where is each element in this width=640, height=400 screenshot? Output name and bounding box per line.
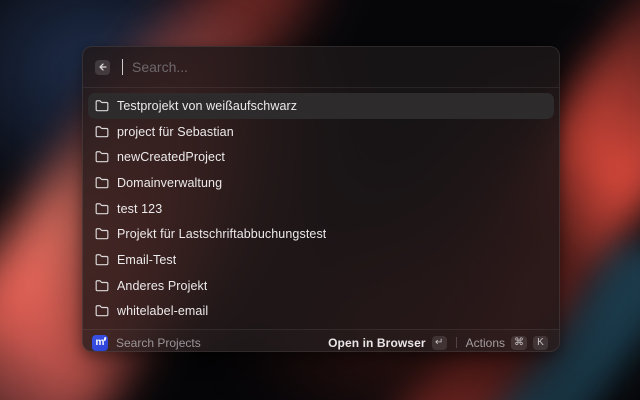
folder-icon: [95, 279, 109, 293]
screen: Testprojekt von weißaufschwarz project f…: [0, 0, 640, 400]
list-item-label: test 123: [117, 202, 162, 216]
actions-label: Actions: [466, 336, 505, 350]
footer-separator: [456, 337, 457, 348]
open-in-browser-label: Open in Browser: [328, 336, 426, 350]
list-item-label: newCreatedProject: [117, 150, 225, 164]
list-item-label: Testprojekt von weißaufschwarz: [117, 99, 297, 113]
footer-actions: Open in Browser ↵ Actions ⌘ K: [326, 334, 550, 352]
command-name-label: Search Projects: [116, 336, 201, 350]
mittwald-logo-icon: m: [92, 335, 108, 351]
palette-footer: m Search Projects Open in Browser ↵ Acti…: [83, 329, 559, 352]
back-button[interactable]: [95, 60, 110, 75]
list-item[interactable]: Anderes Projekt: [88, 273, 554, 299]
enter-key-icon: ↵: [432, 336, 447, 350]
search-input[interactable]: [132, 59, 547, 75]
list-item[interactable]: newCreatedProject: [88, 144, 554, 170]
list-item-label: Projekt für Lastschriftabbuchungstest: [117, 227, 326, 241]
list-item[interactable]: test 123: [88, 196, 554, 222]
folder-icon: [95, 202, 109, 216]
list-item-label: Anderes Projekt: [117, 279, 207, 293]
list-item[interactable]: Testprojekt von weißaufschwarz: [88, 93, 554, 119]
results-list: Testprojekt von weißaufschwarz project f…: [83, 88, 559, 329]
text-caret: [122, 59, 123, 75]
folder-icon: [95, 99, 109, 113]
list-item[interactable]: Projekt für Lastschriftabbuchungstest: [88, 221, 554, 247]
command-palette: Testprojekt von weißaufschwarz project f…: [82, 46, 560, 352]
folder-icon: [95, 150, 109, 164]
folder-icon: [95, 304, 109, 318]
list-item[interactable]: whitelabel-email: [88, 299, 554, 325]
open-in-browser-button[interactable]: Open in Browser ↵: [326, 334, 449, 352]
command-key-icon: ⌘: [511, 336, 527, 350]
list-item[interactable]: project für Sebastian: [88, 119, 554, 145]
folder-icon: [95, 227, 109, 241]
list-item-label: project für Sebastian: [117, 125, 234, 139]
actions-button[interactable]: Actions ⌘ K: [464, 334, 550, 352]
list-item-label: Email-Test: [117, 253, 176, 267]
list-item-label: Domainverwaltung: [117, 176, 222, 190]
folder-icon: [95, 253, 109, 267]
list-item[interactable]: Domainverwaltung: [88, 170, 554, 196]
list-item-label: whitelabel-email: [117, 304, 208, 318]
search-bar: [83, 47, 559, 88]
list-item[interactable]: Email-Test: [88, 247, 554, 273]
folder-icon: [95, 125, 109, 139]
folder-icon: [95, 176, 109, 190]
k-key-icon: K: [533, 336, 548, 350]
arrow-left-icon: [98, 62, 108, 72]
